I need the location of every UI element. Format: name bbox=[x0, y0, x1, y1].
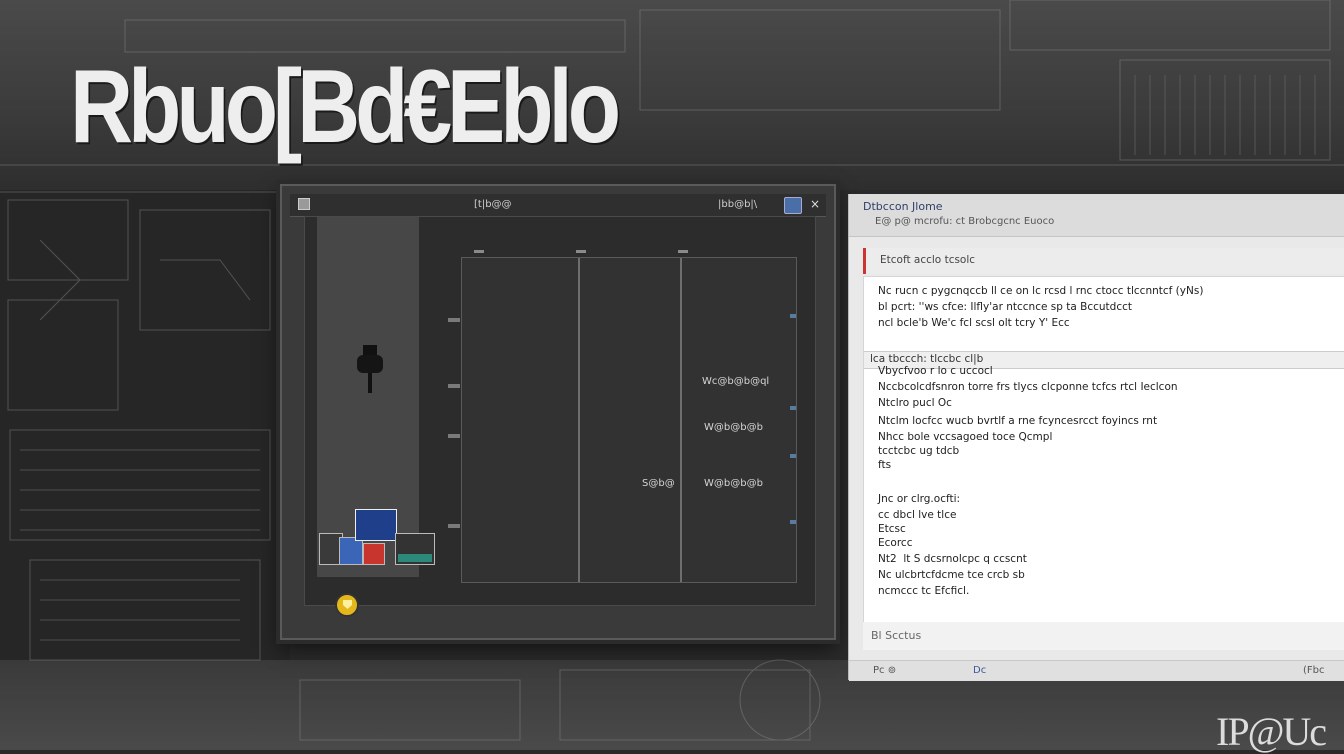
document-title[interactable]: Dtbccon Jlome bbox=[863, 200, 943, 213]
grid-edge-marker bbox=[790, 454, 796, 458]
grid-edge-marker bbox=[790, 520, 796, 524]
window-title: [t|b@@ bbox=[474, 199, 512, 210]
shield-icon[interactable] bbox=[335, 593, 359, 617]
top-marker bbox=[678, 250, 688, 253]
document-body[interactable]: Nc rucn c pygcnqccb ll ce on lc rcsd l r… bbox=[863, 276, 1344, 632]
user-badge-icon[interactable] bbox=[784, 197, 802, 214]
document-statusbar: Pc ⊚ Dc (Fbc bbox=[849, 660, 1344, 681]
list-line: Ntclro pucl Oc bbox=[878, 397, 952, 409]
tray-box-blue[interactable] bbox=[339, 537, 363, 565]
list-line: Vbycfvoo r lo c uccocl bbox=[878, 365, 993, 377]
list-line: Nccbcolcdfsnron torre frs tlycs clcponne… bbox=[878, 381, 1178, 393]
grid-handle[interactable] bbox=[448, 384, 460, 388]
brand-logo: IP@Uc bbox=[1216, 709, 1327, 754]
status-right[interactable]: (Fbc bbox=[1303, 665, 1325, 676]
list-line: tcctcbc ug tdcb bbox=[878, 445, 960, 457]
tray-box-navy[interactable] bbox=[355, 509, 397, 541]
close-icon[interactable]: × bbox=[808, 197, 822, 211]
grid-edge-marker bbox=[790, 406, 796, 410]
document-header: Dtbccon Jlome E@ p@ mcrofu: ct Brobcgcnc… bbox=[849, 194, 1344, 237]
simulation-canvas[interactable]: Wc@b@b@ql W@b@b@b W@b@b@b S@b@ bbox=[304, 216, 816, 617]
block-line: Nc ulcbrtcfdcme tce crcb sb bbox=[878, 569, 1025, 581]
list-line: fts bbox=[878, 459, 892, 471]
block-line: Jnc or clrg.ocfti: bbox=[878, 493, 961, 505]
section-bar[interactable]: Etcoft acclo tcsolc bbox=[863, 248, 1344, 274]
tray-box-teal[interactable] bbox=[395, 533, 435, 565]
block-line: cc dbcl lve tlce bbox=[878, 509, 957, 521]
status-center[interactable]: Dc bbox=[973, 665, 986, 676]
grid-workspace[interactable]: Wc@b@b@ql W@b@b@b W@b@b@b S@b@ bbox=[448, 250, 797, 583]
block-line: ncmccc tc Efcficl. bbox=[878, 585, 970, 597]
grid-label: Wc@b@b@ql bbox=[702, 376, 770, 387]
list-line: Ntclm locfcc wucb bvrtlf a rne fcyncesrc… bbox=[878, 415, 1158, 427]
tray-box-red[interactable] bbox=[363, 543, 385, 565]
grid-rail[interactable] bbox=[680, 258, 682, 582]
document-footer[interactable]: Bl Scctus bbox=[863, 622, 1344, 650]
robot-sim-window[interactable]: [t|b@@ |bb@b|\ × Wc@b@b@ql W@b@b@b W@b@b… bbox=[280, 184, 836, 640]
grid-rail[interactable] bbox=[578, 258, 580, 582]
grid-edge-marker bbox=[790, 314, 796, 318]
grid-label: W@b@b@b bbox=[704, 422, 763, 433]
grid-handle[interactable] bbox=[448, 318, 460, 322]
window-icon bbox=[298, 198, 310, 210]
grid-side-label: S@b@ bbox=[642, 478, 675, 489]
object-tray bbox=[319, 505, 437, 565]
document-subtitle: E@ p@ mcrofu: ct Brobcgcnc Euoco bbox=[875, 216, 1055, 227]
status-left[interactable]: Pc ⊚ bbox=[873, 665, 896, 676]
block-line: Ecorcc bbox=[878, 537, 913, 549]
block-line: Etcsc bbox=[878, 523, 906, 535]
robot-head bbox=[363, 345, 377, 355]
top-marker bbox=[474, 250, 484, 253]
window-titlebar[interactable]: [t|b@@ |bb@b|\ × bbox=[290, 194, 826, 217]
hero-title: Rbuo[Bd€Eblo bbox=[70, 49, 621, 165]
robot-arm-icon[interactable] bbox=[357, 345, 383, 393]
list-line: Nhcc bole vccsagoed toce Qcmpl bbox=[878, 431, 1053, 443]
footer-label: Bl Scctus bbox=[871, 629, 922, 642]
window-status-text: |bb@b|\ bbox=[718, 199, 758, 210]
paragraph-line: Nc rucn c pygcnqccb ll ce on lc rcsd l r… bbox=[878, 285, 1204, 297]
grid-handle[interactable] bbox=[448, 434, 460, 438]
top-marker bbox=[576, 250, 586, 253]
section-label: Etcoft acclo tcsolc bbox=[880, 254, 976, 266]
paragraph-line: bl pcrt: ''ws cfce: Ilfly'ar ntccnce sp … bbox=[878, 301, 1132, 313]
document-panel[interactable]: Dtbccon Jlome E@ p@ mcrofu: ct Brobcgcnc… bbox=[848, 194, 1344, 681]
robot-stem bbox=[368, 373, 372, 393]
grid-label: W@b@b@b bbox=[704, 478, 763, 489]
robot-body bbox=[357, 355, 383, 373]
grid-handle[interactable] bbox=[448, 524, 460, 528]
paragraph-line: ncl bcle'b We'c fcl scsl olt tcry Y' Ecc bbox=[878, 317, 1070, 329]
subheader-label: lca tbccch: tlccbc cl|b bbox=[870, 353, 984, 365]
block-line: Nt2 lt S dcsrnolcpc q ccscnt bbox=[878, 553, 1027, 565]
